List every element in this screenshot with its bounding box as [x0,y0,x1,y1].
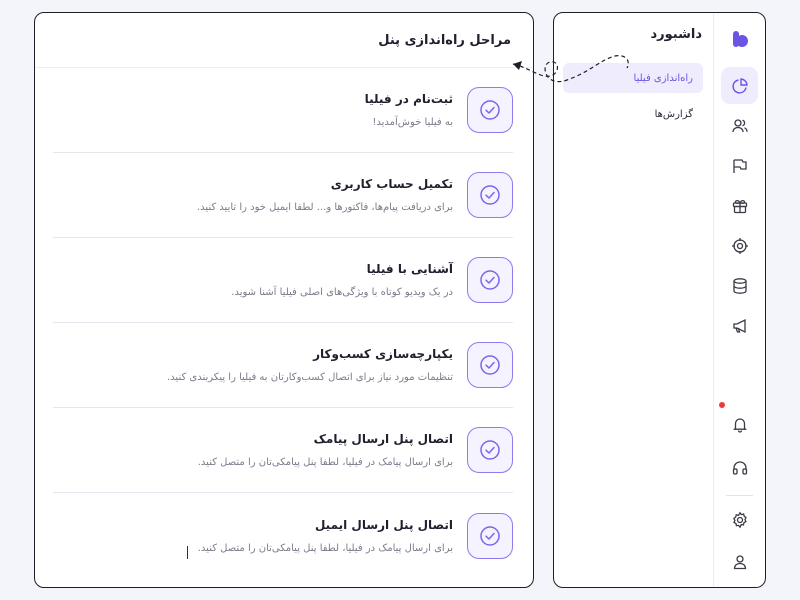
step-sms-panel[interactable]: اتصال پنل ارسال پیامک برای ارسال پیامک د… [53,408,513,493]
step-title: اتصال پنل ارسال پیامک [313,432,453,446]
database-icon[interactable] [721,267,758,304]
dashboard-pie-icon[interactable] [721,67,758,104]
megaphone-icon[interactable] [721,307,758,344]
panel-header: مراحل راه‌اندازی پنل [35,13,533,68]
step-description: برای دریافت پیام‌ها، فاکتورها و... لطفا … [196,202,453,213]
steps-list: ثبت‌نام در فیلیا به فیلیا خوش‌آمدید! تکم… [35,68,533,578]
step-description: به فیلیا خوش‌آمدید! [372,117,453,128]
logo-icon[interactable] [721,20,758,57]
profile-icon[interactable] [721,543,758,580]
settings-icon[interactable] [721,501,758,538]
rail-divider [726,495,753,496]
setup-steps-panel: مراحل راه‌اندازی پنل ثبت‌نام در فیلیا به… [34,12,534,588]
check-circle-icon [467,342,513,388]
step-description: برای ارسال پیامک در فیلیا، لطفا پنل پیام… [197,457,453,468]
flag-icon[interactable] [721,147,758,184]
step-title: ثبت‌نام در فیلیا [364,92,453,106]
step-description: تنظیمات مورد نیاز برای اتصال کسب‌وکارتان… [167,372,453,383]
check-circle-icon [467,87,513,133]
step-complete-account[interactable]: تکمیل حساب کاربری برای دریافت پیام‌ها، ف… [53,153,513,238]
bell-icon[interactable] [721,405,758,442]
users-icon[interactable] [721,107,758,144]
check-circle-icon [467,257,513,303]
check-circle-icon [467,427,513,473]
step-description: در یک ویدیو کوتاه با ویژگی‌های اصلی فیلی… [231,287,453,298]
submenu-title: داشبورد [650,27,702,42]
sidebar-item-reports[interactable]: گزارش‌ها [563,99,703,129]
text-cursor [187,546,188,559]
notification-dot [719,402,725,408]
target-icon[interactable] [721,227,758,264]
step-signup[interactable]: ثبت‌نام در فیلیا به فیلیا خوش‌آمدید! [53,68,513,153]
step-title: اتصال پنل ارسال ایمیل [314,517,453,532]
icon-rail [713,13,765,587]
step-description: برای ارسال پیامک در فیلیا، لطفا پنل پیام… [197,542,453,554]
step-title: آشنایی با فیلیا [366,262,453,276]
submenu: داشبورد راه‌اندازی فیلیا گزارش‌ها [554,13,715,587]
check-circle-icon [467,512,513,559]
step-title: یکپارچه‌سازی کسب‌وکار [313,347,453,361]
step-email-panel[interactable]: اتصال پنل ارسال ایمیل برای ارسال پیامک د… [53,493,513,578]
gift-icon[interactable] [721,187,758,224]
step-intro-video[interactable]: آشنایی با فیلیا در یک ویدیو کوتاه با ویژ… [53,238,513,323]
check-circle-icon [467,172,513,218]
page-title: مراحل راه‌اندازی پنل [378,32,511,48]
step-title: تکمیل حساب کاربری [330,177,453,191]
step-business-integration[interactable]: یکپارچه‌سازی کسب‌وکار تنظیمات مورد نیاز … [53,323,513,408]
dashed-arrow-icon [512,55,629,83]
headset-icon[interactable] [721,449,758,486]
sidebar-panel: داشبورد راه‌اندازی فیلیا گزارش‌ها [553,12,766,588]
